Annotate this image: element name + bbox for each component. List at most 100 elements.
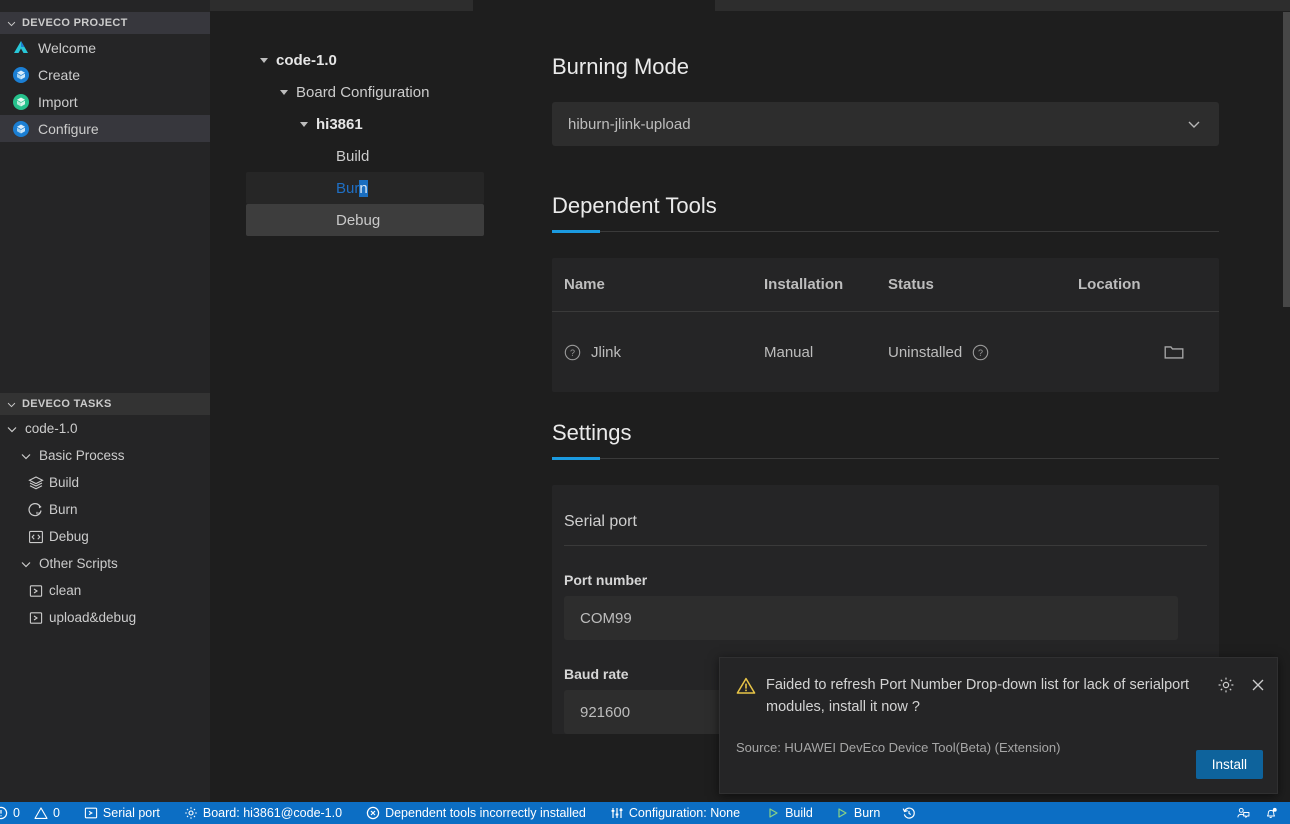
port-number-value: COM99 <box>580 609 632 627</box>
editor-tab-inactive[interactable] <box>210 0 473 11</box>
status-build-action[interactable]: Build <box>759 802 820 824</box>
tree-item-code-1-0[interactable]: code-1.0 <box>210 44 540 76</box>
column-header-installation: Installation <box>764 276 844 293</box>
cell-name-text: Jlink <box>591 343 622 361</box>
task-item-clean[interactable]: clean <box>0 577 210 604</box>
notification-toast: Faided to refresh Port Number Drop-down … <box>719 657 1278 794</box>
table-row[interactable]: ? Jlink Manual Uninstalled ? <box>552 312 1219 392</box>
editor-tab-strip <box>0 0 1290 12</box>
close-icon[interactable] <box>1249 676 1267 694</box>
status-configuration[interactable]: Configuration: None <box>603 802 747 824</box>
editor-tab-active[interactable] <box>474 0 714 11</box>
tree-item-label: Board Configuration <box>296 83 430 101</box>
terminal-icon <box>28 610 44 626</box>
board-config-tree: code-1.0 Board Configuration hi3861 Buil… <box>210 12 540 802</box>
tree-item-hi3861[interactable]: hi3861 <box>210 108 540 140</box>
settings-group-serial-port: Serial port <box>564 507 1207 546</box>
terminal-icon <box>28 583 44 599</box>
folder-icon[interactable] <box>1163 342 1185 362</box>
status-serial-port[interactable]: Serial port <box>77 802 167 824</box>
task-item-label: Build <box>49 475 80 490</box>
status-burn-label: Burn <box>853 806 881 820</box>
tree-item-board-configuration[interactable]: Board Configuration <box>210 76 540 108</box>
sidebar: DEVECO PROJECT Welcome Create Import Con <box>0 12 210 802</box>
cell-status-text: Uninstalled <box>888 343 963 361</box>
notification-body: Faided to refresh Port Number Drop-down … <box>720 658 1277 718</box>
burning-mode-value: hiburn-jlink-upload <box>568 115 691 133</box>
port-number-select[interactable]: COM99 <box>564 596 1178 640</box>
dependent-tools-table: Name Installation Status Location ? Jlin… <box>552 258 1219 392</box>
port-number-label: Port number <box>564 572 648 588</box>
history-icon <box>902 806 916 820</box>
burn-icon <box>28 502 44 518</box>
task-item-basic-process[interactable]: Basic Process <box>0 442 210 469</box>
sidebar-item-configure[interactable]: Configure <box>0 115 210 142</box>
welcome-logo-icon <box>12 39 30 57</box>
sidebar-section-deveco-tasks[interactable]: DEVECO TASKS <box>0 393 210 415</box>
question-circle-icon[interactable]: ? <box>972 344 989 361</box>
create-cube-icon <box>12 66 30 84</box>
status-configuration-label: Configuration: None <box>628 806 741 820</box>
status-dependent-tools-label: Dependent tools incorrectly installed <box>385 806 586 820</box>
chevron-down-icon <box>1185 115 1203 133</box>
task-item-code-1-0[interactable]: code-1.0 <box>0 415 210 442</box>
tree-item-debug[interactable]: Debug <box>246 204 484 236</box>
tree-item-label-highlight: n <box>359 179 368 197</box>
status-warnings[interactable]: 0 <box>27 802 67 824</box>
status-feedback[interactable] <box>1229 802 1257 824</box>
status-errors[interactable]: 0 <box>0 802 27 824</box>
bell-dot-icon <box>1264 806 1278 820</box>
tree-item-build[interactable]: Build <box>210 140 540 172</box>
sidebar-item-create[interactable]: Create <box>0 61 210 88</box>
caret-down-icon <box>276 84 292 100</box>
chevron-down-icon <box>4 397 18 411</box>
caret-down-icon <box>256 52 272 68</box>
sidebar-item-label: Welcome <box>38 39 97 56</box>
status-bar: 0 0 Serial port Board: hi3861@code-1.0 D <box>0 802 1290 824</box>
sidebar-item-import[interactable]: Import <box>0 88 210 115</box>
burning-mode-select[interactable]: hiburn-jlink-upload <box>552 102 1219 146</box>
status-board[interactable]: Board: hi3861@code-1.0 <box>177 802 349 824</box>
import-cube-icon <box>12 93 30 111</box>
status-notifications[interactable] <box>1257 802 1290 824</box>
task-item-other-scripts[interactable]: Other Scripts <box>0 550 210 577</box>
status-errors-count: 0 <box>13 806 20 820</box>
feedback-person-icon <box>1236 806 1250 820</box>
question-circle-icon[interactable]: ? <box>564 344 581 361</box>
status-history-action[interactable] <box>895 802 923 824</box>
caret-down-icon <box>296 116 312 132</box>
gear-icon[interactable] <box>1217 676 1235 694</box>
chevron-down-icon <box>18 556 34 572</box>
status-warnings-count: 0 <box>52 806 60 820</box>
error-circle-icon <box>0 806 8 820</box>
task-item-upload-debug[interactable]: upload&debug <box>0 604 210 631</box>
vertical-scrollbar-thumb[interactable] <box>1283 12 1290 307</box>
sidebar-item-label: Import <box>38 93 78 110</box>
table-header-row: Name Installation Status Location <box>552 258 1219 312</box>
sidebar-section-deveco-project[interactable]: DEVECO PROJECT <box>0 12 210 34</box>
status-dependent-tools[interactable]: Dependent tools incorrectly installed <box>359 802 593 824</box>
play-icon <box>835 806 849 820</box>
column-header-name: Name <box>564 276 605 293</box>
task-item-label: code-1.0 <box>25 421 78 436</box>
sidebar-item-label: Create <box>38 66 81 83</box>
sidebar-section-title: DEVECO PROJECT <box>22 17 128 29</box>
settings-underline <box>552 457 1219 460</box>
sidebar-item-welcome[interactable]: Welcome <box>0 34 210 61</box>
tree-item-burn[interactable]: Bur n <box>246 172 484 204</box>
tree-item-label: Build <box>336 147 370 165</box>
install-button[interactable]: Install <box>1195 750 1263 779</box>
burning-mode-title: Burning Mode <box>552 54 689 79</box>
gear-icon <box>184 806 198 820</box>
task-item-debug[interactable]: Debug <box>0 523 210 550</box>
task-item-build[interactable]: Build <box>0 469 210 496</box>
status-burn-action[interactable]: Burn <box>828 802 887 824</box>
warning-triangle-icon <box>34 806 48 820</box>
sliders-icon <box>610 806 624 820</box>
task-item-burn[interactable]: Burn <box>0 496 210 523</box>
column-header-location: Location <box>1078 276 1141 293</box>
status-serial-port-label: Serial port <box>102 806 160 820</box>
notification-button-row: Install <box>1195 750 1263 779</box>
task-item-label: Burn <box>49 502 78 517</box>
dependent-tools-title: Dependent Tools <box>552 193 717 218</box>
